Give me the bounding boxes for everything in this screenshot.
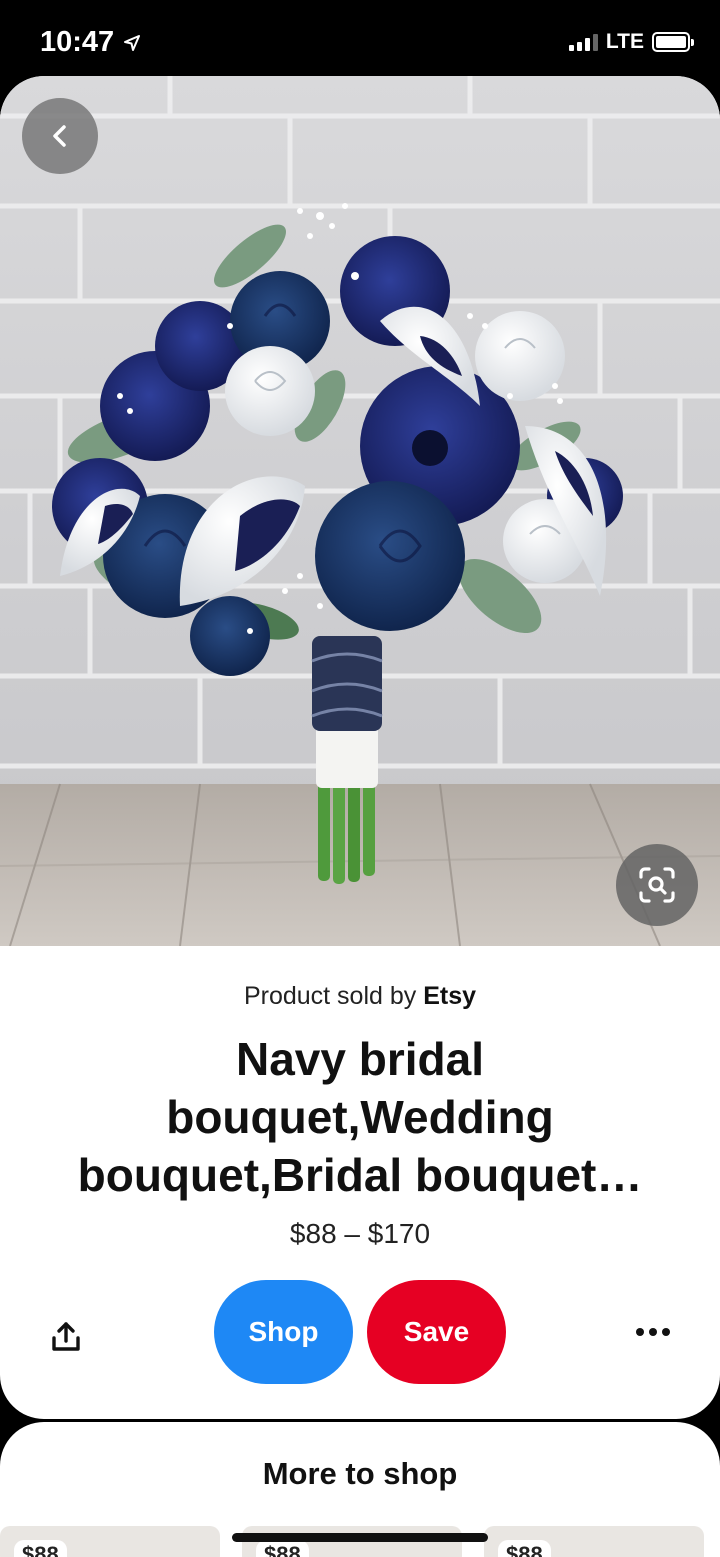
more-to-shop-title: More to shop — [262, 1456, 458, 1491]
thumbnail-price: $88 — [14, 1540, 67, 1557]
status-time: 10:47 — [40, 26, 115, 58]
location-arrow-icon — [124, 34, 141, 51]
product-thumbnail[interactable]: $88 — [0, 1526, 220, 1557]
bouquet-illustration — [0, 76, 720, 946]
seller-line: Product sold by Etsy — [0, 982, 720, 1011]
seller-name[interactable]: Etsy — [423, 982, 476, 1010]
more-options-button[interactable] — [628, 1312, 678, 1352]
status-bar: 10:47 LTE — [0, 0, 720, 78]
product-price: $88 – $170 — [289, 1218, 431, 1249]
status-indicators: LTE — [568, 30, 694, 54]
back-button[interactable] — [22, 98, 98, 174]
product-image[interactable] — [0, 76, 720, 946]
seller-prefix: Product sold by — [243, 982, 424, 1010]
more-options-icon — [636, 1328, 644, 1336]
save-button[interactable]: Save — [367, 1280, 506, 1384]
network-label: LTE — [605, 30, 644, 53]
signal-icon — [568, 33, 598, 51]
share-button[interactable] — [38, 1309, 94, 1365]
visual-search-button[interactable] — [616, 844, 698, 926]
product-thumbnail[interactable]: $88 — [484, 1526, 704, 1557]
home-indicator[interactable] — [232, 1533, 488, 1542]
shop-button[interactable]: Shop — [214, 1280, 353, 1384]
product-title: Navy bridal bouquet,Wedding bouquet,Brid… — [77, 1033, 643, 1201]
pin-card: Product sold by Etsy Navy bridal bouquet… — [0, 76, 720, 1419]
share-icon — [52, 1322, 80, 1351]
thumbnail-price: $88 — [256, 1540, 309, 1557]
battery-icon — [652, 32, 694, 52]
status-time-group: 10:47 — [40, 26, 142, 59]
chevron-left-icon — [53, 125, 66, 147]
thumbnail-price: $88 — [498, 1540, 551, 1557]
visual-search-icon — [639, 867, 675, 903]
